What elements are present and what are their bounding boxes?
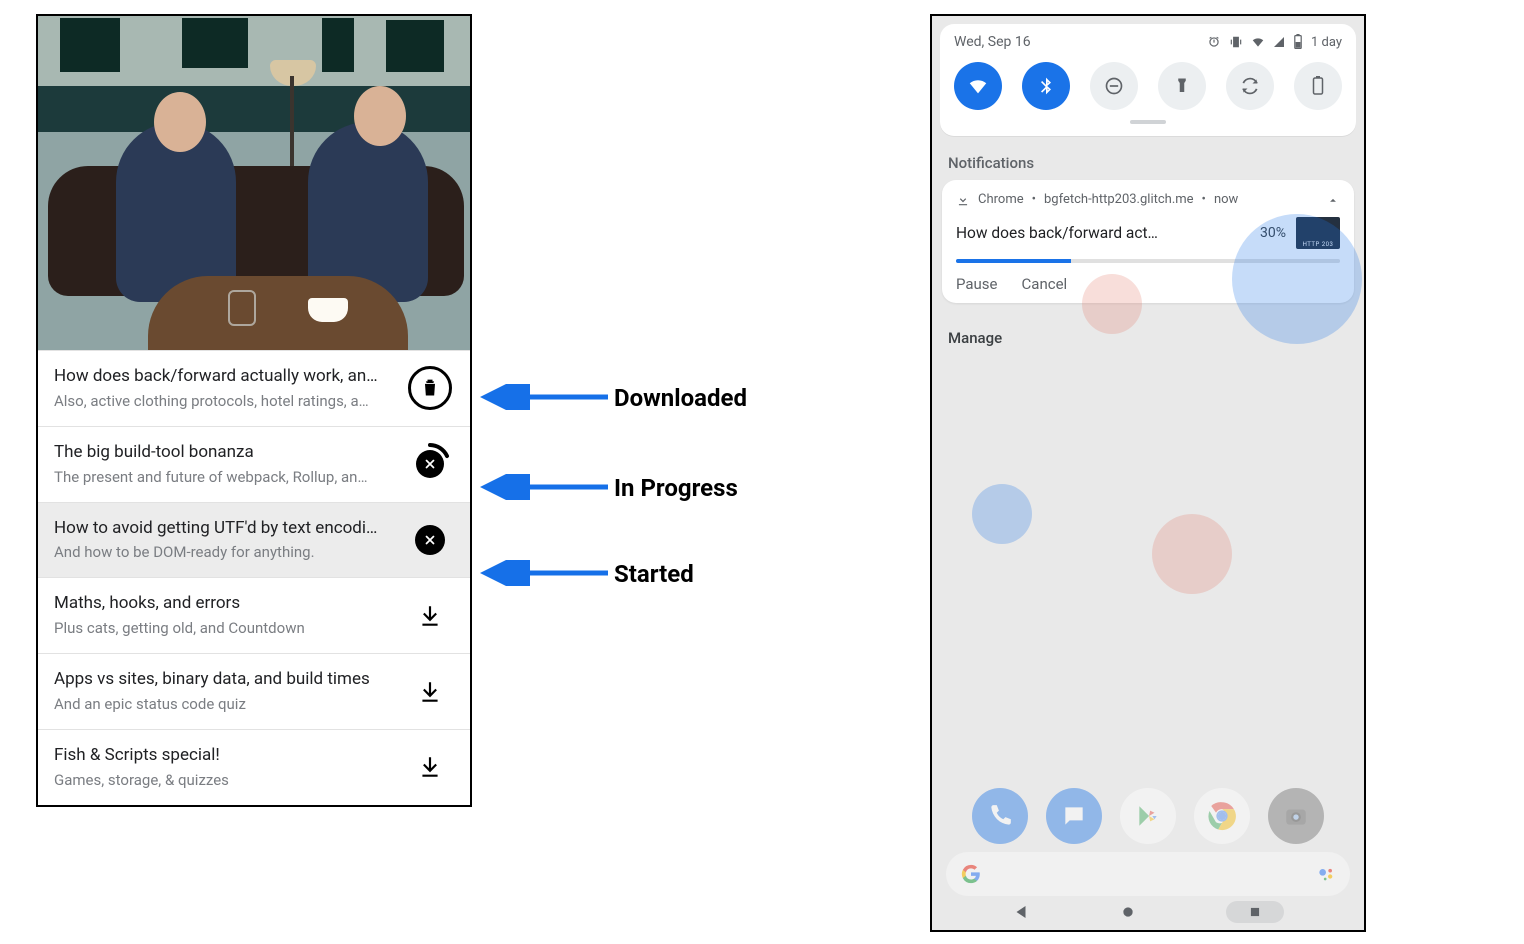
shade-drag-handle[interactable] [1130, 120, 1166, 124]
cancel-download-icon[interactable] [415, 525, 445, 555]
android-nav-bar [932, 898, 1364, 926]
toggle-dnd[interactable] [1090, 62, 1138, 110]
annotation-label-inprogress: In Progress [614, 474, 738, 502]
cancel-download-inprogress-icon[interactable] [408, 442, 452, 486]
episode-text: Apps vs sites, binary data, and build ti… [54, 668, 396, 715]
nav-back-icon[interactable] [1012, 903, 1030, 921]
toggle-autorotate[interactable] [1226, 62, 1274, 110]
episode-row[interactable]: How to avoid getting UTF'd by text encod… [38, 502, 470, 578]
cell-signal-icon [1273, 35, 1285, 49]
episode-title: How to avoid getting UTF'd by text encod… [54, 517, 396, 541]
toggle-wifi[interactable] [954, 62, 1002, 110]
annotation-arrow [478, 474, 608, 500]
episode-action [406, 525, 454, 555]
dock-chrome-icon[interactable] [1194, 788, 1250, 844]
status-battery-label: 1 day [1311, 35, 1342, 50]
status-date: Wed, Sep 16 [954, 34, 1031, 50]
notification-card[interactable]: Chrome • bgfetch-http203.glitch.me • now… [942, 180, 1354, 303]
episode-subtitle: And an epic status code quiz [54, 694, 396, 715]
episode-subtitle: Also, active clothing protocols, hotel r… [54, 391, 396, 412]
google-g-icon [960, 863, 982, 885]
episode-subtitle: The present and future of webpack, Rollu… [54, 467, 396, 488]
assistant-icon [1316, 864, 1336, 884]
episode-subtitle: And how to be DOM-ready for anything. [54, 542, 396, 563]
notifications-section-label: Notifications [948, 154, 1348, 172]
notif-time: now [1214, 192, 1238, 207]
annotation-label-started: Started [614, 560, 694, 588]
episode-text: Maths, hooks, and errorsPlus cats, getti… [54, 592, 396, 639]
episode-row[interactable]: Maths, hooks, and errorsPlus cats, getti… [38, 577, 470, 653]
episode-row[interactable]: Apps vs sites, binary data, and build ti… [38, 653, 470, 729]
notif-title: How does back/forward act… [956, 224, 1250, 242]
episode-title: How does back/forward actually work, an… [54, 365, 396, 389]
episode-text: The big build-tool bonanzaThe present an… [54, 441, 396, 488]
episode-action [406, 442, 454, 486]
quick-toggle-row [954, 62, 1342, 110]
download-icon[interactable] [417, 679, 443, 705]
manage-notifications-button[interactable]: Manage [948, 329, 1348, 347]
toggle-flashlight[interactable] [1158, 62, 1206, 110]
app-panel: How does back/forward actually work, an…… [36, 14, 472, 807]
notif-action-pause[interactable]: Pause [956, 275, 998, 293]
annotation-label-downloaded: Downloaded [614, 384, 747, 412]
battery-icon [1293, 34, 1303, 50]
alarm-icon [1207, 35, 1221, 49]
toggle-battery-saver[interactable] [1294, 62, 1342, 110]
episode-action [406, 679, 454, 705]
phone-panel: Wed, Sep 16 1 day Notific [930, 14, 1366, 932]
download-icon[interactable] [417, 603, 443, 629]
toggle-bluetooth[interactable] [1022, 62, 1070, 110]
annotation-arrow [478, 560, 608, 586]
dock-phone-icon[interactable] [972, 788, 1028, 844]
episode-subtitle: Plus cats, getting old, and Countdown [54, 618, 396, 639]
home-dock [932, 788, 1364, 844]
nav-home-icon[interactable] [1120, 904, 1136, 920]
episode-action [406, 366, 454, 410]
episode-subtitle: Games, storage, & quizzes [54, 770, 396, 791]
annotation-arrow [478, 384, 608, 410]
notif-origin: bgfetch-http203.glitch.me [1044, 192, 1194, 207]
episode-list: How does back/forward actually work, an…… [38, 350, 470, 805]
figure-root: How does back/forward actually work, an…… [0, 0, 1524, 944]
episode-row[interactable]: The big build-tool bonanzaThe present an… [38, 426, 470, 502]
episode-title: Maths, hooks, and errors [54, 592, 396, 616]
episode-text: How to avoid getting UTF'd by text encod… [54, 517, 396, 564]
notif-thumbnail: HTTP 203 [1296, 217, 1340, 249]
episode-text: Fish & Scripts special!Games, storage, &… [54, 744, 396, 791]
dock-camera-icon[interactable] [1268, 788, 1324, 844]
dock-messages-icon[interactable] [1046, 788, 1102, 844]
quick-settings-shade[interactable]: Wed, Sep 16 1 day [940, 24, 1356, 136]
episode-title: The big build-tool bonanza [54, 441, 396, 465]
download-icon[interactable] [417, 754, 443, 780]
dock-play-store-icon[interactable] [1120, 788, 1176, 844]
episode-row[interactable]: How does back/forward actually work, an…… [38, 350, 470, 426]
nav-recents-icon[interactable] [1226, 901, 1284, 923]
wifi-icon [1251, 35, 1265, 49]
notif-action-cancel[interactable]: Cancel [1022, 275, 1068, 293]
download-icon [956, 193, 970, 207]
status-icons: 1 day [1207, 34, 1342, 50]
trash-icon[interactable] [408, 366, 452, 410]
episode-row[interactable]: Fish & Scripts special!Games, storage, &… [38, 729, 470, 805]
episode-text: How does back/forward actually work, an…… [54, 365, 396, 412]
notif-percent: 30% [1260, 225, 1286, 241]
episode-title: Apps vs sites, binary data, and build ti… [54, 668, 396, 692]
notif-progress-bar [956, 259, 1340, 263]
notif-app-name: Chrome [978, 192, 1024, 207]
episode-action [406, 603, 454, 629]
vibrate-icon [1229, 35, 1243, 49]
episode-hero-image [38, 16, 470, 350]
episode-action [406, 754, 454, 780]
home-search-bar[interactable] [946, 852, 1350, 896]
chevron-up-icon[interactable] [1326, 193, 1340, 207]
episode-title: Fish & Scripts special! [54, 744, 396, 768]
